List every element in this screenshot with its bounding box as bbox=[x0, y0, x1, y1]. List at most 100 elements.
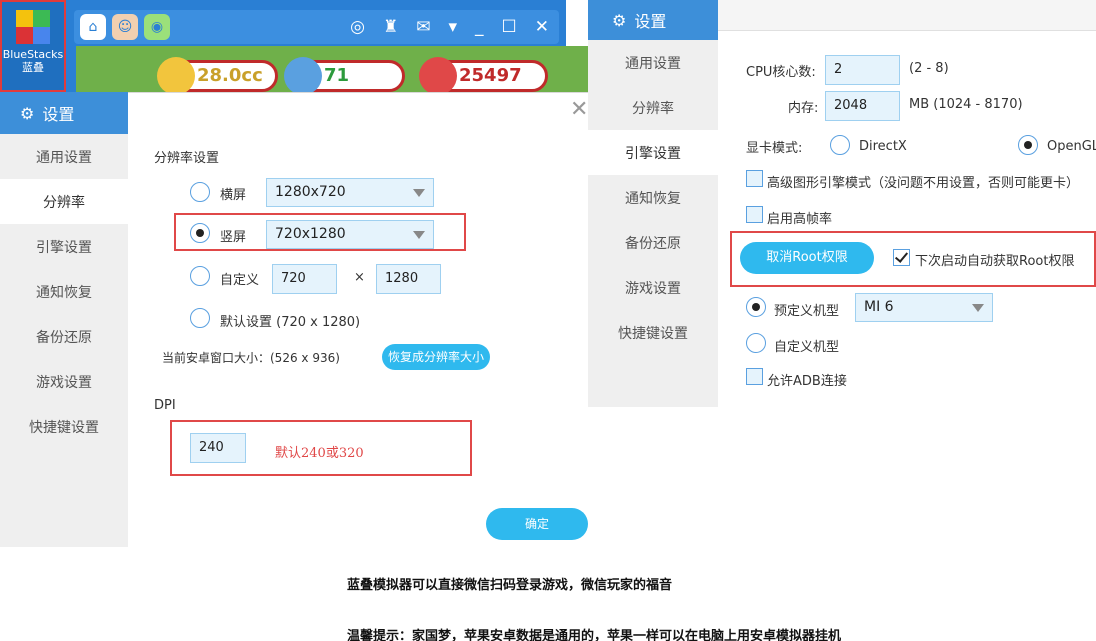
nav-game[interactable]: 游戏设置 bbox=[588, 265, 718, 310]
left-settings-header: ⚙ 设置 bbox=[0, 92, 128, 134]
nav-resolution[interactable]: 分辨率 bbox=[588, 85, 718, 130]
cancel-root-button[interactable]: 取消Root权限 bbox=[740, 242, 874, 274]
coin-counter: 28.0cc bbox=[157, 57, 278, 95]
custom-height-input[interactable]: 1280 bbox=[376, 264, 441, 294]
custom-width-input[interactable]: 720 bbox=[272, 264, 337, 294]
portrait-select[interactable]: 720x1280 bbox=[266, 220, 434, 249]
restore-resolution-button[interactable]: 恢复成分辨率大小 bbox=[382, 344, 490, 370]
cpu-label: CPU核心数: bbox=[746, 65, 816, 80]
custom-model-radio[interactable] bbox=[746, 333, 766, 353]
nav-notification[interactable]: 通知恢复 bbox=[588, 175, 718, 220]
opengl-radio[interactable] bbox=[1018, 135, 1038, 155]
cpu-range: (2 - 8) bbox=[909, 61, 949, 76]
custom-label: 自定义 bbox=[220, 273, 260, 288]
right-settings-title: 设置 bbox=[634, 12, 667, 31]
left-settings-title: 设置 bbox=[42, 105, 75, 124]
nav-engine[interactable]: 引擎设置 bbox=[0, 224, 128, 269]
landscape-label: 横屏 bbox=[220, 188, 247, 203]
heart-icon bbox=[419, 57, 457, 95]
window-size-label: 当前安卓窗口大小：(526 x 936) bbox=[162, 351, 340, 365]
close-icon[interactable]: ✕ bbox=[535, 18, 549, 36]
nav-general[interactable]: 通用设置 bbox=[588, 40, 718, 85]
dpi-heading: DPI bbox=[154, 398, 176, 413]
dpi-input[interactable]: 240 bbox=[190, 433, 246, 463]
settings-gear-icon: ⚙ bbox=[20, 103, 35, 123]
directx-radio[interactable] bbox=[830, 135, 850, 155]
resolution-heading: 分辨率设置 bbox=[154, 151, 220, 166]
desktop-icon-sublabel: 蓝叠 bbox=[22, 61, 44, 74]
bluestacks-desktop-icon[interactable]: BlueStacks 蓝叠 bbox=[0, 0, 66, 92]
auto-root-checkbox[interactable] bbox=[893, 249, 910, 266]
dropdown-icon[interactable]: ▾ bbox=[448, 18, 457, 36]
default-radio[interactable] bbox=[190, 308, 210, 328]
game-tab-icon[interactable]: ☺ bbox=[112, 14, 138, 40]
gpu-mode-label: 显卡模式: bbox=[746, 141, 803, 156]
home-tab-icon[interactable]: ⌂ bbox=[80, 14, 106, 40]
account-icon[interactable]: ◎ bbox=[350, 18, 365, 36]
portrait-label: 竖屏 bbox=[220, 230, 247, 245]
nav-notification[interactable]: 通知恢复 bbox=[0, 269, 128, 314]
advanced-engine-label: 高级图形引擎模式（没问题不用设置，否则可能更卡） bbox=[767, 176, 1080, 191]
star-icon bbox=[284, 57, 322, 95]
heart-counter: 25497 bbox=[419, 57, 548, 95]
right-settings-header: ⚙ 设置 bbox=[588, 0, 718, 40]
preset-model-radio[interactable] bbox=[746, 297, 766, 317]
portrait-value: 720x1280 bbox=[275, 226, 346, 242]
cpu-input[interactable]: 2 bbox=[825, 55, 900, 85]
chevron-down-icon bbox=[972, 304, 984, 312]
chevron-down-icon bbox=[413, 231, 425, 239]
maximize-icon[interactable]: ☐ bbox=[502, 18, 517, 36]
adb-label: 允许ADB连接 bbox=[767, 374, 847, 389]
left-settings-nav: ⚙ 设置 通用设置 分辨率 引擎设置 通知恢复 备份还原 游戏设置 快捷键设置 bbox=[0, 92, 128, 547]
confirm-button[interactable]: 确定 bbox=[486, 508, 588, 540]
nav-backup[interactable]: 备份还原 bbox=[0, 314, 128, 359]
nav-shortcut[interactable]: 快捷键设置 bbox=[0, 404, 128, 449]
coin-value: 28.0cc bbox=[197, 65, 263, 86]
memory-input[interactable]: 2048 bbox=[825, 91, 900, 121]
dpi-note: 默认240或320 bbox=[275, 446, 364, 461]
coin-icon bbox=[157, 57, 195, 95]
bluestacks-titlebar: ⌂ ☺ ◉ ◎ ♜ ✉ ▾ _ ☐ ✕ bbox=[74, 10, 559, 44]
memory-label: 内存: bbox=[788, 101, 819, 116]
adb-checkbox[interactable] bbox=[746, 368, 763, 385]
landscape-select[interactable]: 1280x720 bbox=[266, 178, 434, 207]
advanced-engine-checkbox[interactable] bbox=[746, 170, 763, 187]
shirt-icon[interactable]: ♜ bbox=[383, 18, 398, 36]
nav-resolution[interactable]: 分辨率 bbox=[0, 179, 128, 224]
heart-value: 25497 bbox=[459, 65, 522, 86]
star-value: 71 bbox=[324, 65, 350, 86]
resolution-settings-pane: ✕ 分辨率设置 横屏 1280x720 竖屏 720x1280 自定义 720 … bbox=[128, 92, 588, 547]
nav-engine[interactable]: 引擎设置 bbox=[588, 130, 718, 175]
nav-game[interactable]: 游戏设置 bbox=[0, 359, 128, 404]
preset-model-select[interactable]: MI 6 bbox=[855, 293, 993, 322]
engine-settings-pane: CPU核心数: 2 (2 - 8) 内存: 2048 MB (1024 - 81… bbox=[718, 31, 1096, 409]
caption-tip: 温馨提示：家国梦，苹果安卓数据是通用的，苹果一样可以在电脑上用安卓模拟器挂机 bbox=[347, 629, 842, 641]
dialog-close-icon[interactable]: ✕ bbox=[570, 97, 588, 122]
default-label: 默认设置 (720 x 1280) bbox=[220, 315, 361, 330]
landscape-value: 1280x720 bbox=[275, 184, 346, 200]
high-fps-label: 启用高帧率 bbox=[767, 212, 833, 227]
memory-range: MB (1024 - 8170) bbox=[909, 97, 1023, 112]
preset-model-label: 预定义机型 bbox=[774, 304, 840, 319]
settings-gear-icon: ⚙ bbox=[612, 10, 627, 30]
preset-model-value: MI 6 bbox=[864, 299, 894, 315]
landscape-radio[interactable] bbox=[190, 182, 210, 202]
nav-shortcut[interactable]: 快捷键设置 bbox=[588, 310, 718, 355]
custom-radio[interactable] bbox=[190, 266, 210, 286]
right-settings-topbar bbox=[718, 0, 1096, 31]
chevron-down-icon bbox=[413, 189, 425, 197]
custom-model-label: 自定义机型 bbox=[774, 340, 840, 355]
nav-general[interactable]: 通用设置 bbox=[0, 134, 128, 179]
portrait-radio[interactable] bbox=[190, 223, 210, 243]
star-counter: 71 bbox=[284, 57, 405, 95]
high-fps-checkbox[interactable] bbox=[746, 206, 763, 223]
minimize-icon[interactable]: _ bbox=[475, 18, 484, 36]
nav-backup[interactable]: 备份还原 bbox=[588, 220, 718, 265]
auto-root-label: 下次启动自动获取Root权限 bbox=[915, 254, 1075, 269]
mail-icon[interactable]: ✉ bbox=[416, 18, 430, 36]
times-sign: × bbox=[354, 270, 365, 285]
directx-label: DirectX bbox=[859, 139, 907, 154]
desktop-icon-label: BlueStacks bbox=[2, 48, 64, 61]
caption-wechat-login: 蓝叠模拟器可以直接微信扫码登录游戏，微信玩家的福音 bbox=[347, 578, 673, 593]
app-tab-icon[interactable]: ◉ bbox=[144, 14, 170, 40]
